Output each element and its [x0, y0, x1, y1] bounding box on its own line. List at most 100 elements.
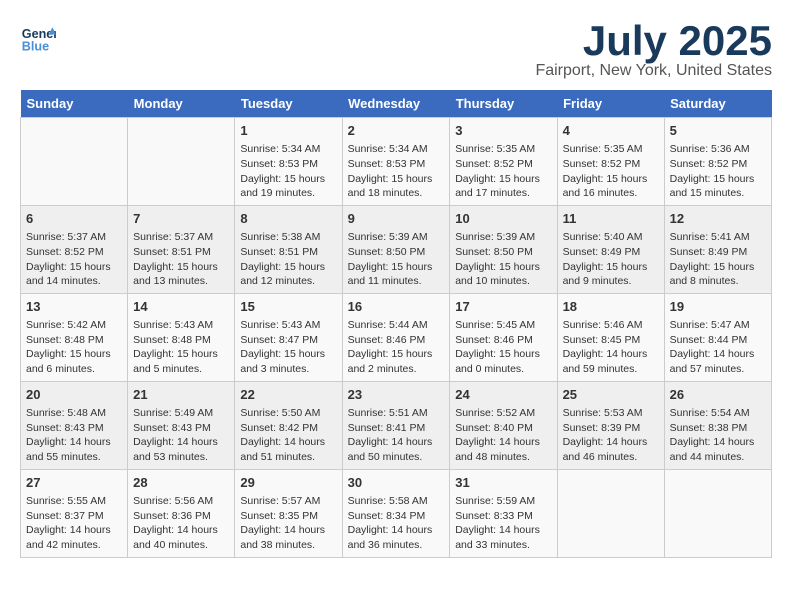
day-number: 22	[240, 386, 336, 404]
day-number: 15	[240, 298, 336, 316]
logo-icon: General Blue	[20, 20, 56, 56]
sunrise-info: Sunrise: 5:39 AM	[348, 230, 445, 245]
calendar-cell: 11 Sunrise: 5:40 AM Sunset: 8:49 PM Dayl…	[557, 205, 664, 293]
calendar-cell: 25 Sunrise: 5:53 AM Sunset: 8:39 PM Dayl…	[557, 381, 664, 469]
weekday-header: Saturday	[664, 90, 771, 118]
daylight-info: Daylight: 15 hours and 5 minutes.	[133, 347, 229, 376]
sunset-info: Sunset: 8:53 PM	[348, 157, 445, 172]
calendar-cell: 29 Sunrise: 5:57 AM Sunset: 8:35 PM Dayl…	[235, 469, 342, 557]
sunset-info: Sunset: 8:43 PM	[26, 421, 122, 436]
calendar-cell: 5 Sunrise: 5:36 AM Sunset: 8:52 PM Dayli…	[664, 118, 771, 206]
day-number: 11	[563, 210, 659, 228]
sunrise-info: Sunrise: 5:54 AM	[670, 406, 766, 421]
logo: General Blue	[20, 20, 56, 56]
calendar-week-row: 20 Sunrise: 5:48 AM Sunset: 8:43 PM Dayl…	[21, 381, 772, 469]
sunrise-info: Sunrise: 5:41 AM	[670, 230, 766, 245]
day-number: 31	[455, 474, 551, 492]
daylight-info: Daylight: 14 hours and 40 minutes.	[133, 523, 229, 552]
daylight-info: Daylight: 14 hours and 57 minutes.	[670, 347, 766, 376]
day-number: 8	[240, 210, 336, 228]
daylight-info: Daylight: 15 hours and 3 minutes.	[240, 347, 336, 376]
sunset-info: Sunset: 8:43 PM	[133, 421, 229, 436]
weekday-header: Friday	[557, 90, 664, 118]
daylight-info: Daylight: 15 hours and 11 minutes.	[348, 260, 445, 289]
sunrise-info: Sunrise: 5:34 AM	[240, 142, 336, 157]
daylight-info: Daylight: 15 hours and 6 minutes.	[26, 347, 122, 376]
sunset-info: Sunset: 8:46 PM	[348, 333, 445, 348]
sunset-info: Sunset: 8:44 PM	[670, 333, 766, 348]
day-number: 10	[455, 210, 551, 228]
sunrise-info: Sunrise: 5:57 AM	[240, 494, 336, 509]
sunset-info: Sunset: 8:40 PM	[455, 421, 551, 436]
calendar-cell: 31 Sunrise: 5:59 AM Sunset: 8:33 PM Dayl…	[450, 469, 557, 557]
daylight-info: Daylight: 14 hours and 51 minutes.	[240, 435, 336, 464]
day-number: 1	[240, 122, 336, 140]
sunrise-info: Sunrise: 5:48 AM	[26, 406, 122, 421]
daylight-info: Daylight: 15 hours and 10 minutes.	[455, 260, 551, 289]
sunset-info: Sunset: 8:51 PM	[240, 245, 336, 260]
day-number: 26	[670, 386, 766, 404]
sunrise-info: Sunrise: 5:58 AM	[348, 494, 445, 509]
calendar-cell: 6 Sunrise: 5:37 AM Sunset: 8:52 PM Dayli…	[21, 205, 128, 293]
sunset-info: Sunset: 8:36 PM	[133, 509, 229, 524]
sunrise-info: Sunrise: 5:44 AM	[348, 318, 445, 333]
day-number: 30	[348, 474, 445, 492]
calendar-cell: 10 Sunrise: 5:39 AM Sunset: 8:50 PM Dayl…	[450, 205, 557, 293]
day-number: 12	[670, 210, 766, 228]
sunset-info: Sunset: 8:34 PM	[348, 509, 445, 524]
sunset-info: Sunset: 8:38 PM	[670, 421, 766, 436]
sunset-info: Sunset: 8:53 PM	[240, 157, 336, 172]
sunrise-info: Sunrise: 5:43 AM	[240, 318, 336, 333]
sunrise-info: Sunrise: 5:52 AM	[455, 406, 551, 421]
calendar-cell: 1 Sunrise: 5:34 AM Sunset: 8:53 PM Dayli…	[235, 118, 342, 206]
daylight-info: Daylight: 15 hours and 14 minutes.	[26, 260, 122, 289]
weekday-header-row: SundayMondayTuesdayWednesdayThursdayFrid…	[21, 90, 772, 118]
calendar-cell: 20 Sunrise: 5:48 AM Sunset: 8:43 PM Dayl…	[21, 381, 128, 469]
daylight-info: Daylight: 15 hours and 18 minutes.	[348, 172, 445, 201]
sunset-info: Sunset: 8:52 PM	[26, 245, 122, 260]
day-number: 28	[133, 474, 229, 492]
sunset-info: Sunset: 8:52 PM	[455, 157, 551, 172]
calendar-cell: 21 Sunrise: 5:49 AM Sunset: 8:43 PM Dayl…	[128, 381, 235, 469]
sunrise-info: Sunrise: 5:47 AM	[670, 318, 766, 333]
sunset-info: Sunset: 8:50 PM	[348, 245, 445, 260]
sunrise-info: Sunrise: 5:37 AM	[133, 230, 229, 245]
sunset-info: Sunset: 8:46 PM	[455, 333, 551, 348]
sunrise-info: Sunrise: 5:39 AM	[455, 230, 551, 245]
sunrise-info: Sunrise: 5:35 AM	[455, 142, 551, 157]
title-block: July 2025 Fairport, New York, United Sta…	[535, 20, 772, 80]
sunset-info: Sunset: 8:49 PM	[563, 245, 659, 260]
calendar-cell: 19 Sunrise: 5:47 AM Sunset: 8:44 PM Dayl…	[664, 293, 771, 381]
day-number: 4	[563, 122, 659, 140]
daylight-info: Daylight: 15 hours and 0 minutes.	[455, 347, 551, 376]
sunrise-info: Sunrise: 5:35 AM	[563, 142, 659, 157]
calendar-cell	[21, 118, 128, 206]
sunset-info: Sunset: 8:49 PM	[670, 245, 766, 260]
calendar-cell: 17 Sunrise: 5:45 AM Sunset: 8:46 PM Dayl…	[450, 293, 557, 381]
day-number: 9	[348, 210, 445, 228]
page-header: General Blue July 2025 Fairport, New Yor…	[20, 20, 772, 80]
sunrise-info: Sunrise: 5:49 AM	[133, 406, 229, 421]
calendar-cell: 4 Sunrise: 5:35 AM Sunset: 8:52 PM Dayli…	[557, 118, 664, 206]
sunrise-info: Sunrise: 5:50 AM	[240, 406, 336, 421]
calendar-cell: 7 Sunrise: 5:37 AM Sunset: 8:51 PM Dayli…	[128, 205, 235, 293]
daylight-info: Daylight: 15 hours and 19 minutes.	[240, 172, 336, 201]
calendar-cell: 30 Sunrise: 5:58 AM Sunset: 8:34 PM Dayl…	[342, 469, 450, 557]
sunset-info: Sunset: 8:52 PM	[563, 157, 659, 172]
day-number: 19	[670, 298, 766, 316]
sunrise-info: Sunrise: 5:55 AM	[26, 494, 122, 509]
calendar-cell: 12 Sunrise: 5:41 AM Sunset: 8:49 PM Dayl…	[664, 205, 771, 293]
sunset-info: Sunset: 8:33 PM	[455, 509, 551, 524]
day-number: 21	[133, 386, 229, 404]
sunset-info: Sunset: 8:35 PM	[240, 509, 336, 524]
day-number: 25	[563, 386, 659, 404]
weekday-header: Thursday	[450, 90, 557, 118]
sunrise-info: Sunrise: 5:40 AM	[563, 230, 659, 245]
daylight-info: Daylight: 14 hours and 53 minutes.	[133, 435, 229, 464]
calendar-cell: 13 Sunrise: 5:42 AM Sunset: 8:48 PM Dayl…	[21, 293, 128, 381]
sunrise-info: Sunrise: 5:56 AM	[133, 494, 229, 509]
day-number: 6	[26, 210, 122, 228]
sunrise-info: Sunrise: 5:34 AM	[348, 142, 445, 157]
sunset-info: Sunset: 8:41 PM	[348, 421, 445, 436]
sunrise-info: Sunrise: 5:36 AM	[670, 142, 766, 157]
